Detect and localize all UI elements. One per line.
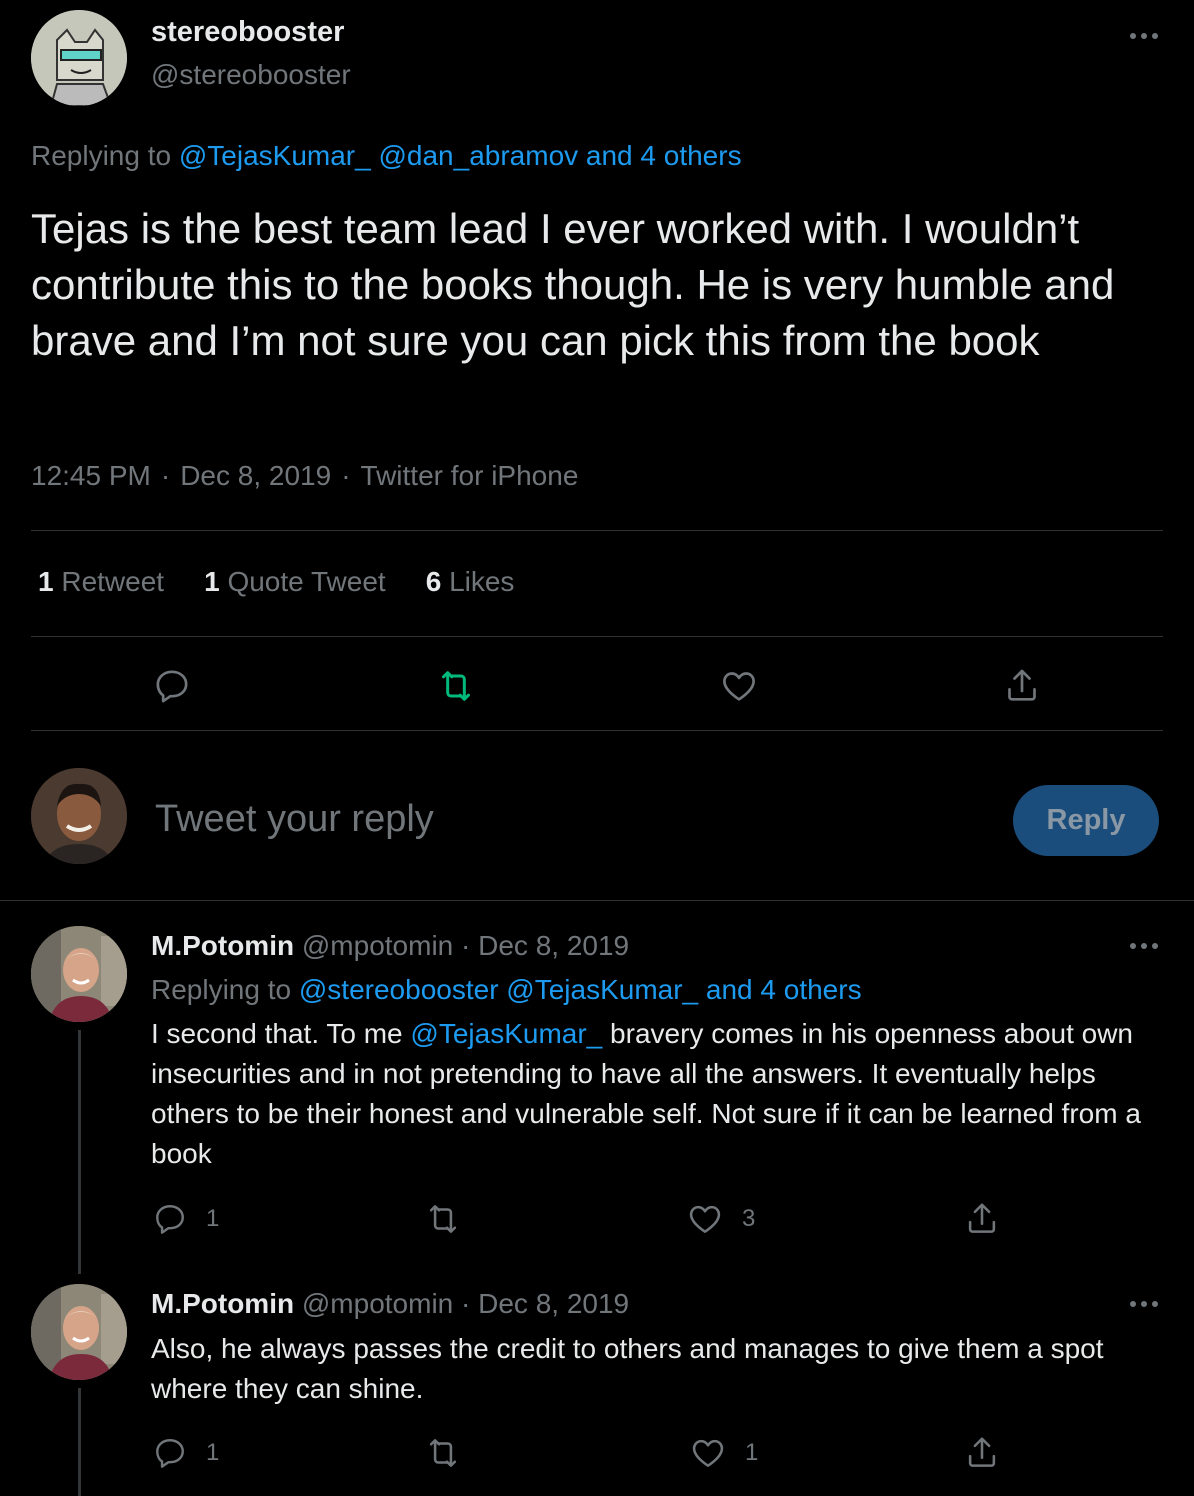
reply-header: M.Potomin @mpotomin · Dec 8, 2019	[151, 930, 629, 962]
likes-stat[interactable]: 6 Likes	[426, 566, 515, 598]
retweet-action-button[interactable]	[424, 1433, 462, 1473]
heart-icon	[689, 1205, 721, 1233]
reply-input[interactable]: Tweet your reply	[155, 798, 434, 841]
heart-icon	[692, 1439, 724, 1467]
retweets-label: Retweet	[61, 566, 165, 597]
quotes-count: 1	[204, 566, 220, 597]
more-options-button[interactable]	[1124, 934, 1164, 958]
replying-to: Replying to @TejasKumar_ @dan_abramov an…	[31, 140, 742, 172]
like-count: 1	[745, 1439, 759, 1466]
retweet-icon	[429, 1439, 457, 1467]
retweets-count: 1	[38, 566, 54, 597]
replying-prefix: Replying to	[31, 140, 172, 171]
replying-mentions-link[interactable]: @TejasKumar_ @dan_abramov and 4 others	[179, 140, 742, 171]
retweet-action-button[interactable]	[424, 1199, 462, 1239]
share-icon	[1008, 669, 1036, 701]
meta-separator: ·	[461, 1288, 471, 1319]
share-icon	[968, 1437, 996, 1467]
divider	[0, 900, 1194, 901]
tweet-stats: 1 Retweet 1 Quote Tweet 6 Likes	[38, 566, 514, 598]
reply-action-button[interactable]	[150, 664, 194, 708]
quotes-stat[interactable]: 1 Quote Tweet	[204, 566, 386, 598]
thread-line	[78, 1030, 81, 1274]
share-icon	[968, 1203, 996, 1233]
author-handle[interactable]: @mpotomin	[302, 930, 453, 961]
more-icon	[1130, 943, 1158, 949]
meta-separator: ·	[461, 930, 471, 961]
reply-submit-button[interactable]: Reply	[1013, 785, 1159, 856]
tweet-meta: 12:45 PM · Dec 8, 2019 · Twitter for iPhone	[31, 460, 578, 492]
author-name[interactable]: stereobooster	[151, 16, 344, 49]
mention-link[interactable]: @TejasKumar_	[410, 1018, 602, 1049]
share-action-button[interactable]	[963, 1199, 1001, 1239]
retweet-icon	[429, 1205, 457, 1233]
replying-to: Replying to @stereobooster @TejasKumar_ …	[151, 974, 862, 1006]
meta-separator: ·	[160, 460, 171, 491]
avatar[interactable]	[31, 1284, 127, 1380]
reply-icon	[156, 1205, 184, 1234]
tweet-source[interactable]: Twitter for iPhone	[361, 460, 579, 491]
avatar[interactable]	[31, 10, 127, 106]
likes-label: Likes	[449, 566, 515, 597]
author-handle[interactable]: @stereobooster	[151, 59, 351, 91]
tweet-date[interactable]: Dec 8, 2019	[180, 460, 331, 491]
divider	[31, 730, 1163, 731]
retweet-action-button[interactable]	[434, 664, 478, 708]
user-avatar[interactable]	[31, 768, 127, 864]
reply-icon	[156, 670, 188, 703]
tweet-text: Tejas is the best team lead I ever worke…	[31, 205, 1115, 364]
retweet-icon	[442, 671, 470, 701]
like-action-button[interactable]	[717, 664, 761, 708]
retweets-stat[interactable]: 1 Retweet	[38, 566, 164, 598]
share-action-button[interactable]	[963, 1433, 1001, 1473]
share-action-button[interactable]	[1000, 664, 1044, 708]
reply-text: I second that. To me @TejasKumar_ braver…	[151, 1014, 1161, 1174]
reply-count: 1	[206, 1439, 220, 1466]
author-handle[interactable]: @mpotomin	[302, 1288, 453, 1319]
more-options-button[interactable]	[1124, 24, 1164, 48]
reply-header: M.Potomin @mpotomin · Dec 8, 2019	[151, 1288, 629, 1320]
divider	[31, 636, 1163, 637]
meta-separator: ·	[341, 460, 351, 491]
reply-date[interactable]: Dec 8, 2019	[478, 1288, 629, 1319]
more-options-button[interactable]	[1124, 1292, 1164, 1316]
reply-text: Also, he always passes the credit to oth…	[151, 1333, 1104, 1404]
author-name[interactable]: M.Potomin	[151, 930, 294, 961]
reply-text-part: I second that. To me	[151, 1018, 411, 1049]
thread-line	[78, 1388, 81, 1496]
more-icon	[1130, 33, 1158, 39]
tweet-time[interactable]: 12:45 PM	[31, 460, 151, 491]
reply-action-button[interactable]: 1	[152, 1199, 219, 1239]
replying-mentions-link[interactable]: @stereobooster @TejasKumar_ and 4 others	[299, 974, 862, 1005]
avatar[interactable]	[31, 926, 127, 1022]
like-count: 3	[742, 1205, 756, 1232]
reply-date[interactable]: Dec 8, 2019	[478, 930, 629, 961]
quotes-label: Quote Tweet	[227, 566, 386, 597]
author-name[interactable]: M.Potomin	[151, 1288, 294, 1319]
tweet-thread-page: stereobooster @stereobooster Replying to…	[0, 0, 1194, 1496]
reply-count: 1	[206, 1205, 220, 1232]
like-action-button[interactable]: 3	[686, 1199, 755, 1239]
replying-prefix: Replying to	[151, 974, 292, 1005]
likes-count: 6	[425, 566, 442, 597]
like-action-button[interactable]: 1	[689, 1433, 758, 1473]
more-icon	[1130, 1301, 1158, 1307]
reply-action-button[interactable]: 1	[152, 1433, 219, 1473]
divider	[31, 530, 1163, 531]
reply-icon	[156, 1439, 184, 1468]
heart-icon	[723, 672, 755, 701]
